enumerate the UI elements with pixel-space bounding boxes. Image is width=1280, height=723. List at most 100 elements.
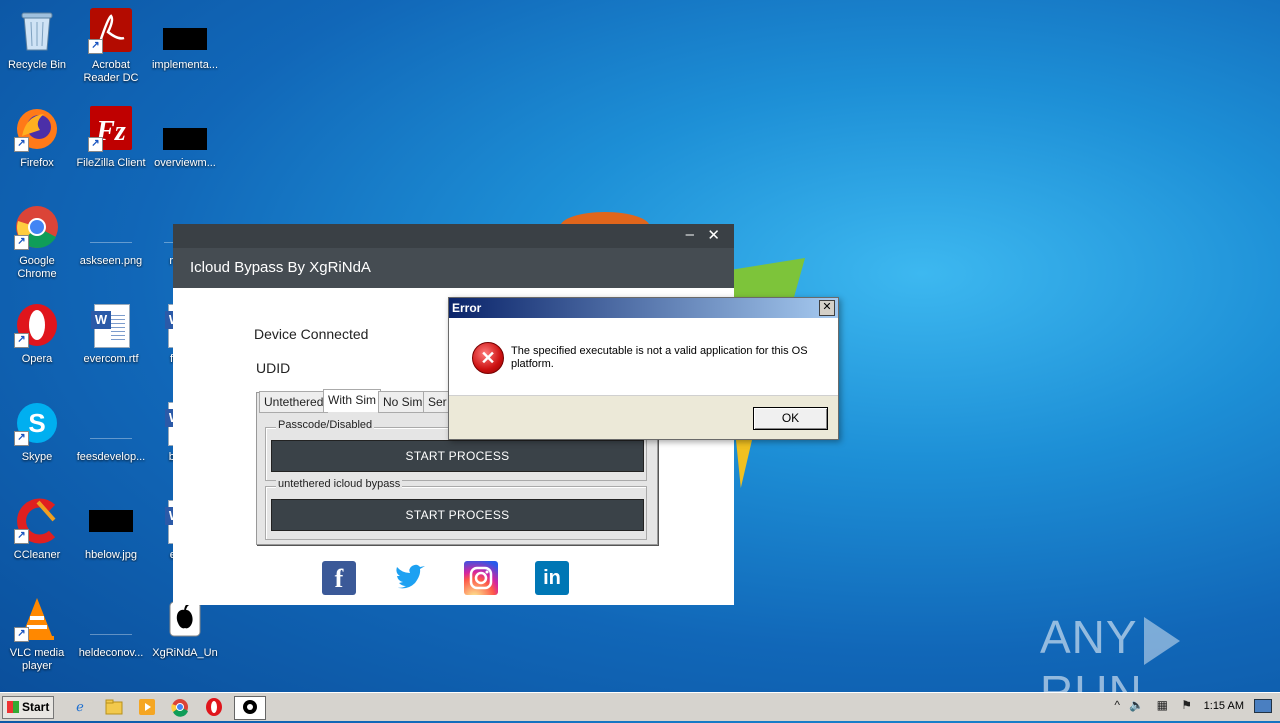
desktop-icon-label: evercom.rtf	[83, 353, 139, 365]
image-file-icon	[88, 498, 134, 544]
action-center-flag-icon[interactable]: ⚑	[1181, 698, 1192, 712]
file-icon	[88, 596, 134, 642]
watermark-right: RUN	[1040, 665, 1143, 692]
desktop-icon-label: Skype	[21, 451, 53, 463]
firefox-icon: ↗	[14, 106, 60, 152]
close-button[interactable]: ✕	[707, 226, 720, 244]
desktop-icon-label: VLC media player	[9, 647, 65, 672]
opera-icon[interactable]	[204, 697, 224, 717]
error-icon: ✕	[472, 342, 504, 374]
volume-icon[interactable]: 🔈	[1129, 698, 1144, 712]
chrome-icon[interactable]	[170, 697, 190, 717]
desktop-icon-acrobat[interactable]: ↗ Acrobat Reader DC	[74, 8, 148, 85]
shortcut-arrow-icon: ↗	[14, 235, 29, 250]
dialog-close-button[interactable]: ✕	[819, 300, 835, 316]
shortcut-arrow-icon: ↗	[88, 137, 103, 152]
shortcut-arrow-icon: ↗	[14, 431, 29, 446]
dialog-title: Error	[452, 301, 482, 315]
instagram-icon[interactable]	[464, 561, 498, 595]
twitter-icon[interactable]	[393, 561, 427, 595]
desktop-icon-label: feesdevelop...	[76, 451, 146, 463]
device-connected-label: Device Connected	[254, 326, 369, 342]
linkedin-icon[interactable]: in	[535, 561, 569, 595]
desktop-icon-label: XgRiNdA_Un	[152, 647, 218, 659]
show-desktop-icon[interactable]	[1254, 699, 1272, 713]
svg-text:S: S	[28, 408, 45, 438]
ie-icon[interactable]: ℯ	[70, 697, 90, 717]
start-label: Start	[22, 700, 50, 714]
opera-icon: ↗	[14, 302, 60, 348]
clock[interactable]: 1:15 AM	[1204, 700, 1244, 712]
desktop-icon-filezilla[interactable]: Fz ↗ FileZilla Client	[74, 106, 148, 170]
vlc-icon: ↗	[14, 596, 60, 642]
xgrinda-app-icon[interactable]	[234, 696, 266, 720]
desktop-icon-label: CCleaner	[13, 549, 61, 561]
desktop-icon-askseen[interactable]: askseen.png	[74, 204, 148, 268]
desktop-icon-skype[interactable]: S ↗ Skype	[0, 400, 74, 464]
error-dialog: Error ✕ ✕ The specified executable is no…	[448, 297, 839, 440]
desktop-icon-opera[interactable]: ↗ Opera	[0, 302, 74, 366]
acrobat-icon: ↗	[88, 8, 134, 54]
tab-no-sim[interactable]: No Sim	[378, 391, 428, 413]
desktop-icon-label: overviewm...	[154, 157, 216, 169]
dialog-footer: OK	[449, 395, 838, 439]
untethered-bypass-group: untethered icloud bypass START PROCESS	[265, 478, 647, 540]
file-icon	[88, 400, 134, 446]
desktop-icon-evercom[interactable]: W evercom.rtf	[74, 302, 148, 366]
watermark-left: ANY	[1040, 611, 1138, 663]
desktop-icon-overviewm[interactable]: overviewm...	[148, 106, 222, 170]
media-player-icon[interactable]	[137, 697, 157, 717]
word-doc-icon: W	[88, 302, 134, 348]
shortcut-arrow-icon: ↗	[14, 529, 29, 544]
tab-with-sim[interactable]: With Sim	[323, 389, 381, 412]
desktop-icon-label: Recycle Bin	[7, 59, 67, 71]
error-message: The specified executable is not a valid …	[511, 345, 808, 370]
wallpaper-shape	[736, 440, 752, 488]
group-title: untethered icloud bypass	[276, 478, 403, 490]
start-button[interactable]: Start	[2, 696, 54, 719]
desktop-icon-label: Opera	[21, 353, 53, 365]
desktop-icon-heldeconov[interactable]: heldeconov...	[74, 596, 148, 660]
minimize-button[interactable]: –	[686, 226, 694, 243]
ccleaner-icon: ↗	[14, 498, 60, 544]
desktop-icon-hbelow[interactable]: hbelow.jpg	[74, 498, 148, 562]
ok-button[interactable]: OK	[753, 407, 828, 430]
desktop-icon-vlc[interactable]: ↗ VLC media player	[0, 596, 74, 673]
app-title: Icloud Bypass By XgRiNdA	[173, 248, 734, 288]
file-icon	[162, 8, 208, 54]
desktop-icon-chrome[interactable]: ↗ Google Chrome	[0, 204, 74, 281]
skype-icon: S ↗	[14, 400, 60, 446]
desktop-icon-label: Firefox	[20, 157, 54, 169]
image-file-icon	[88, 204, 134, 250]
play-icon	[1143, 616, 1180, 665]
desktop-icon-label: hbelow.jpg	[85, 549, 137, 561]
tab-untethered[interactable]: Untethered	[259, 391, 329, 413]
desktop-icon-label: FileZilla Client	[76, 157, 146, 169]
group-title: Passcode/Disabled	[276, 419, 375, 431]
tray-expand-icon[interactable]: ^	[1114, 698, 1120, 712]
desktop-icon-firefox[interactable]: ↗ Firefox	[0, 106, 74, 170]
facebook-icon[interactable]: f	[322, 561, 356, 595]
window-titlebar[interactable]: – ✕	[173, 224, 734, 248]
start-process-button[interactable]: START PROCESS	[271, 499, 644, 531]
desktop-icon-implementa[interactable]: implementa...	[148, 8, 222, 72]
dialog-titlebar[interactable]: Error ✕	[449, 298, 838, 318]
explorer-icon[interactable]	[104, 697, 124, 717]
shortcut-arrow-icon: ↗	[14, 627, 29, 642]
start-process-button[interactable]: START PROCESS	[271, 440, 644, 472]
desktop-icon-label: askseen.png	[79, 255, 143, 267]
desktop-icon-recycle-bin[interactable]: Recycle Bin	[0, 8, 74, 72]
desktop-icon-feesdevelop[interactable]: feesdevelop...	[74, 400, 148, 464]
desktop-icon-label: Google Chrome	[17, 255, 57, 280]
desktop-icon-xgrinda[interactable]: XgRiNdA_Un	[148, 596, 222, 660]
udid-label: UDID	[256, 360, 291, 376]
desktop-icon-ccleaner[interactable]: ↗ CCleaner	[0, 498, 74, 562]
shortcut-arrow-icon: ↗	[88, 39, 103, 54]
network-icon[interactable]: ▦	[1157, 698, 1168, 712]
filezilla-icon: Fz ↗	[88, 106, 134, 152]
file-icon	[162, 106, 208, 152]
windows-logo-icon	[7, 701, 19, 713]
wallpaper-shape	[730, 258, 805, 298]
recycle-bin-icon	[14, 8, 60, 54]
shortcut-arrow-icon: ↗	[14, 137, 29, 152]
